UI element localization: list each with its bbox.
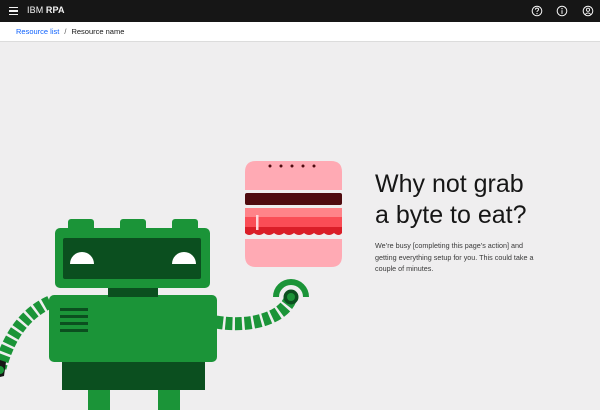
headline-line-1: Why not grab xyxy=(375,170,524,198)
help-icon[interactable] xyxy=(528,2,546,20)
info-icon[interactable] xyxy=(553,2,571,20)
loading-message: We’re busy [completing this page’s actio… xyxy=(375,241,534,273)
user-icon[interactable] xyxy=(579,2,597,20)
top-navigation-bar: IBM RPA xyxy=(0,0,600,22)
burger-icon xyxy=(245,161,342,267)
menu-icon[interactable] xyxy=(4,2,22,20)
brand-prefix: IBM xyxy=(27,5,44,15)
headline-line-2: a byte to eat? xyxy=(375,201,527,229)
product-name[interactable]: IBM RPA xyxy=(27,5,65,15)
robot-right-arm xyxy=(214,279,309,331)
breadcrumb: Resource list / Resource name xyxy=(0,22,600,42)
robot-head xyxy=(55,219,210,288)
robot-left-arm xyxy=(0,296,53,377)
robot-lower-body xyxy=(62,358,205,390)
breadcrumb-separator: / xyxy=(64,27,67,36)
page-headline: Why not grab a byte to eat? xyxy=(375,169,575,231)
brand-product: RPA xyxy=(45,5,65,15)
robot-torso xyxy=(49,295,217,362)
breadcrumb-current-page: Resource name xyxy=(71,27,125,36)
breadcrumb-link-resource-list[interactable]: Resource list xyxy=(16,27,59,36)
